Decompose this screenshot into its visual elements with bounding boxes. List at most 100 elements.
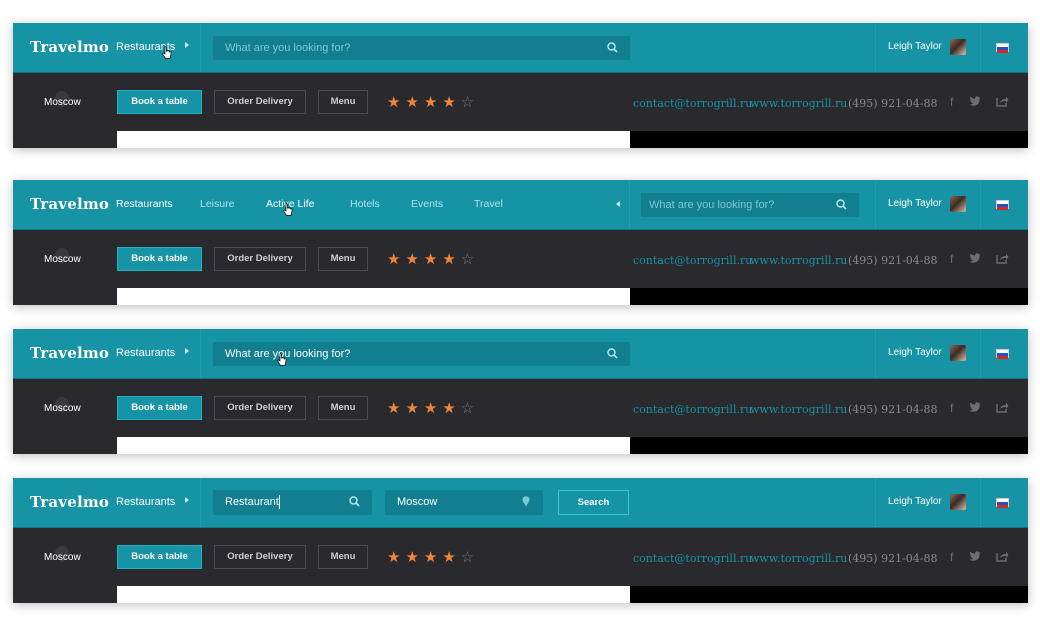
contact-email-link[interactable]: contact@torrogrill.ru xyxy=(633,254,752,267)
hand-cursor-icon xyxy=(162,46,172,59)
menu-button[interactable]: Menu xyxy=(318,90,368,114)
search-icon[interactable] xyxy=(607,348,618,359)
user-name[interactable]: Leigh Taylor xyxy=(888,41,942,52)
logo[interactable]: Travelmo xyxy=(30,38,109,56)
share-icon[interactable] xyxy=(996,252,1009,264)
divider xyxy=(629,180,630,229)
avatar[interactable] xyxy=(950,196,966,212)
divider xyxy=(875,23,876,72)
separator-dot: · xyxy=(836,253,840,265)
order-delivery-button[interactable]: Order Delivery xyxy=(214,396,306,420)
contact-email-link[interactable]: contact@torrogrill.ru xyxy=(633,97,752,110)
menu-button[interactable]: Menu xyxy=(318,396,368,420)
search-button[interactable]: Search xyxy=(558,490,629,515)
venue-bar: Moscow Book a table Order Delivery Menu … xyxy=(13,230,1028,288)
separator-dot: · xyxy=(836,96,840,108)
search-placeholder: What are you looking for? xyxy=(225,348,351,360)
website-link[interactable]: www.torrogrill.ru xyxy=(750,403,847,416)
facebook-icon[interactable]: f xyxy=(950,252,953,266)
nav-item-events[interactable]: Events xyxy=(411,198,443,210)
header-variant-search-active: Travelmo Restaurants Restaurant Moscow S… xyxy=(13,478,1028,603)
location-pin-icon[interactable] xyxy=(522,496,530,507)
user-name[interactable]: Leigh Taylor xyxy=(888,198,942,209)
avatar[interactable] xyxy=(950,39,966,55)
search-query-input[interactable]: Restaurant xyxy=(213,490,372,515)
order-delivery-button[interactable]: Order Delivery xyxy=(214,90,306,114)
user-name[interactable]: Leigh Taylor xyxy=(888,496,942,507)
avatar[interactable] xyxy=(950,345,966,361)
content-strip xyxy=(13,586,1028,603)
venue-city: Moscow xyxy=(44,403,81,414)
menu-button[interactable]: Menu xyxy=(318,247,368,271)
twitter-icon[interactable] xyxy=(969,402,981,413)
share-icon[interactable] xyxy=(996,95,1009,107)
facebook-icon[interactable]: f xyxy=(950,401,953,415)
twitter-icon[interactable] xyxy=(969,96,981,107)
venue-bar: Moscow Book a table Order Delivery Menu … xyxy=(13,528,1028,586)
logo[interactable]: Travelmo xyxy=(30,344,109,362)
book-table-button[interactable]: Book a table xyxy=(117,396,202,420)
russia-flag-icon[interactable] xyxy=(996,349,1009,359)
search-input[interactable]: What are you looking for? xyxy=(641,193,859,217)
twitter-icon[interactable] xyxy=(969,551,981,562)
logo[interactable]: Travelmo xyxy=(30,195,109,213)
separator-dot: · xyxy=(739,402,743,414)
separator-dot: · xyxy=(739,96,743,108)
separator-dot: · xyxy=(836,551,840,563)
search-input[interactable]: What are you looking for? xyxy=(213,342,630,366)
header-variant-expanded-nav: Travelmo Restaurants Leisure Active Life… xyxy=(13,180,1028,305)
rating-stars: ★★★★☆ xyxy=(387,549,480,566)
caret-left-icon[interactable] xyxy=(616,201,620,207)
contact-email-link[interactable]: contact@torrogrill.ru xyxy=(633,403,752,416)
divider xyxy=(980,180,981,229)
caret-right-icon[interactable] xyxy=(185,497,189,503)
caret-right-icon[interactable] xyxy=(185,348,189,354)
top-navigation-bar: Travelmo Restaurants What are you lookin… xyxy=(13,23,1028,73)
website-link[interactable]: www.torrogrill.ru xyxy=(750,254,847,267)
logo[interactable]: Travelmo xyxy=(30,493,109,511)
search-placeholder: What are you looking for? xyxy=(649,199,775,211)
user-name[interactable]: Leigh Taylor xyxy=(888,347,942,358)
facebook-icon[interactable]: f xyxy=(950,550,953,564)
venue-city: Moscow xyxy=(44,254,81,265)
book-table-button[interactable]: Book a table xyxy=(117,247,202,271)
nav-restaurants[interactable]: Restaurants xyxy=(116,347,175,359)
share-icon[interactable] xyxy=(996,401,1009,413)
divider xyxy=(200,23,201,72)
divider xyxy=(875,180,876,229)
hand-cursor-icon xyxy=(277,353,287,366)
nav-item-hotels[interactable]: Hotels xyxy=(350,198,380,210)
rating-stars: ★★★★☆ xyxy=(387,400,480,417)
nav-item-travel[interactable]: Travel xyxy=(474,198,503,210)
russia-flag-icon[interactable] xyxy=(996,498,1009,508)
location-input[interactable]: Moscow xyxy=(385,490,543,515)
venue-city: Moscow xyxy=(44,552,81,563)
contact-email-link[interactable]: contact@torrogrill.ru xyxy=(633,552,752,565)
content-strip xyxy=(13,288,1028,305)
nav-item-restaurants[interactable]: Restaurants xyxy=(116,198,173,210)
menu-button[interactable]: Menu xyxy=(318,545,368,569)
facebook-icon[interactable]: f xyxy=(950,95,953,109)
website-link[interactable]: www.torrogrill.ru xyxy=(750,552,847,565)
russia-flag-icon[interactable] xyxy=(996,43,1009,53)
search-input[interactable]: What are you looking for? xyxy=(213,36,630,60)
nav-restaurants[interactable]: Restaurants xyxy=(116,496,175,508)
book-table-button[interactable]: Book a table xyxy=(117,545,202,569)
russia-flag-icon[interactable] xyxy=(996,200,1009,210)
share-icon[interactable] xyxy=(996,550,1009,562)
rating-stars: ★★★★☆ xyxy=(387,94,480,111)
nav-item-leisure[interactable]: Leisure xyxy=(200,198,234,210)
search-icon[interactable] xyxy=(349,496,360,507)
search-icon[interactable] xyxy=(836,199,847,210)
header-variant-search-hover: Travelmo Restaurants What are you lookin… xyxy=(13,329,1028,454)
order-delivery-button[interactable]: Order Delivery xyxy=(214,545,306,569)
divider xyxy=(875,329,876,378)
separator-dot: · xyxy=(739,253,743,265)
twitter-icon[interactable] xyxy=(969,253,981,264)
book-table-button[interactable]: Book a table xyxy=(117,90,202,114)
website-link[interactable]: www.torrogrill.ru xyxy=(750,97,847,110)
order-delivery-button[interactable]: Order Delivery xyxy=(214,247,306,271)
caret-right-icon[interactable] xyxy=(185,42,189,48)
search-icon[interactable] xyxy=(607,42,618,53)
avatar[interactable] xyxy=(950,494,966,510)
